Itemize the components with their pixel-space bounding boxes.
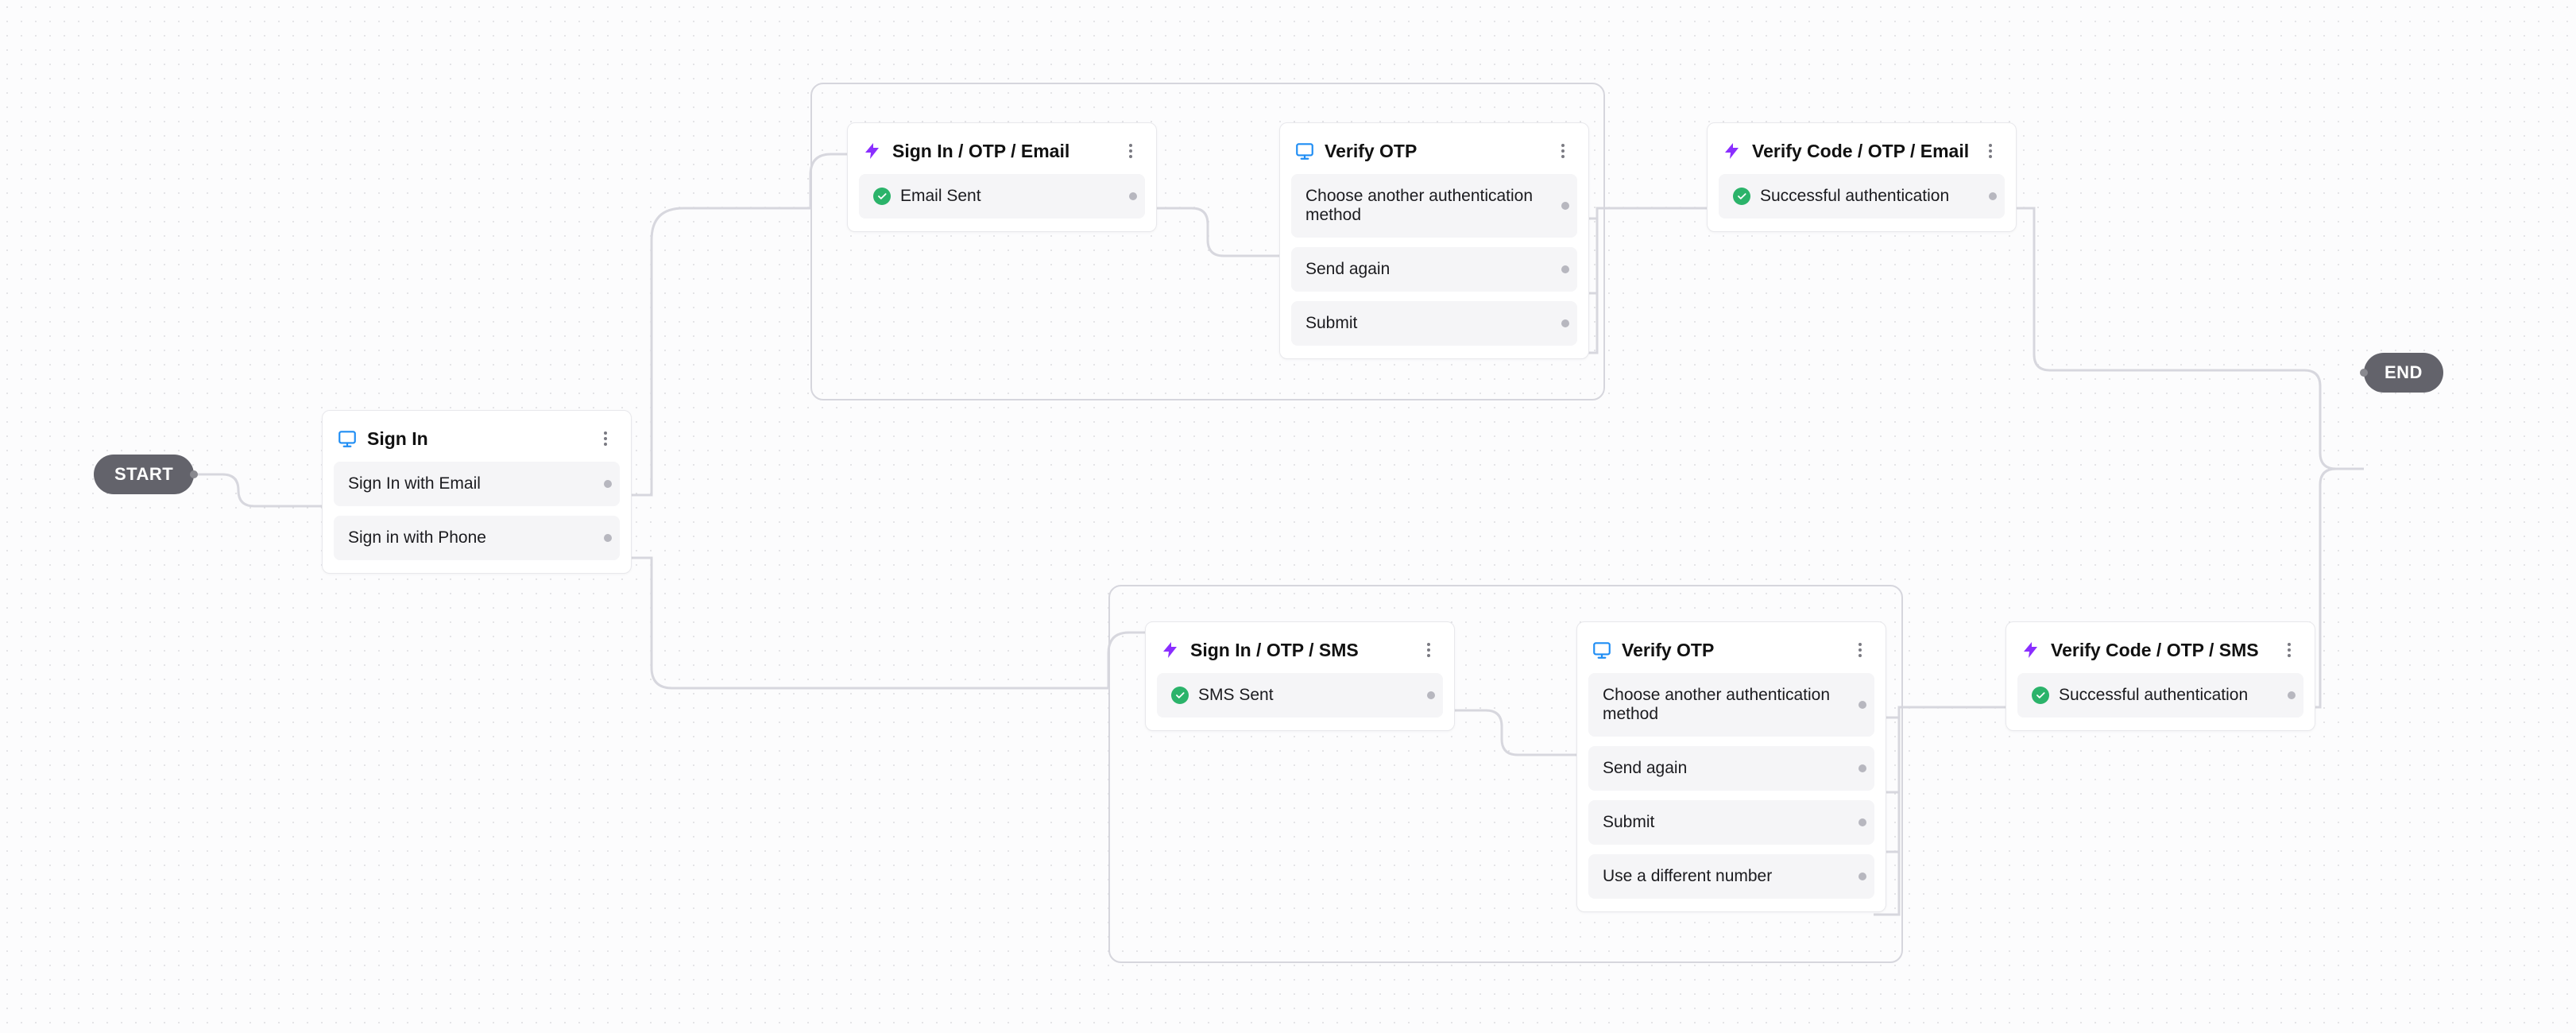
option-send-again[interactable]: Send again — [1588, 746, 1874, 791]
kebab-icon[interactable] — [1419, 640, 1438, 660]
node-title: Verify OTP — [1622, 640, 1851, 661]
option-label: Choose another authentication method — [1305, 187, 1563, 225]
option-signin-email[interactable]: Sign In with Email — [334, 462, 620, 506]
kebab-icon[interactable] — [596, 429, 615, 448]
bolt-icon — [2019, 638, 2043, 662]
start-pill: START — [94, 455, 194, 494]
port-icon — [1561, 319, 1569, 327]
option-label: Successful authentication — [1760, 187, 1949, 206]
bolt-icon — [1720, 139, 1744, 163]
port-icon — [1129, 192, 1137, 200]
kebab-icon[interactable] — [1981, 141, 2000, 161]
node-signin-otp-sms[interactable]: Sign In / OTP / SMS SMS Sent — [1145, 621, 1455, 731]
option-label: Use a different number — [1603, 867, 1772, 886]
kebab-icon[interactable] — [2280, 640, 2299, 660]
kebab-icon[interactable] — [1121, 141, 1140, 161]
screen-icon — [335, 427, 359, 451]
port-icon — [1859, 764, 1866, 772]
screen-icon — [1293, 139, 1317, 163]
option-submit[interactable]: Submit — [1588, 800, 1874, 845]
port-icon — [1427, 691, 1435, 699]
option-label: SMS Sent — [1198, 686, 1274, 705]
port-icon — [1859, 872, 1866, 880]
node-verify-otp-sms[interactable]: Verify OTP Choose another authentication… — [1576, 621, 1886, 912]
option-label: Submit — [1305, 314, 1357, 333]
node-title: Verify OTP — [1325, 141, 1553, 162]
node-signin-otp-email[interactable]: Sign In / OTP / Email Email Sent — [847, 122, 1157, 232]
flow-canvas[interactable]: START END Sign In Sign In with Email Sig… — [0, 0, 2576, 1033]
end-pill: END — [2364, 353, 2443, 393]
port-icon — [604, 534, 612, 542]
option-email-sent[interactable]: Email Sent — [859, 174, 1145, 219]
option-sms-sent[interactable]: SMS Sent — [1157, 673, 1443, 718]
kebab-icon[interactable] — [1851, 640, 1870, 660]
node-title: Sign In — [367, 428, 596, 450]
option-signin-phone[interactable]: Sign in with Phone — [334, 516, 620, 560]
node-verify-otp-email[interactable]: Verify OTP Choose another authentication… — [1279, 122, 1589, 359]
port-icon — [1989, 192, 1997, 200]
bolt-icon — [1158, 638, 1182, 662]
option-choose-another[interactable]: Choose another authentication method — [1291, 174, 1577, 238]
start-label: START — [114, 464, 173, 485]
option-label: Successful authentication — [2059, 686, 2248, 705]
node-title: Sign In / OTP / Email — [892, 141, 1121, 162]
node-verify-code-email[interactable]: Verify Code / OTP / Email Successful aut… — [1707, 122, 2017, 232]
option-label: Send again — [1603, 759, 1687, 778]
check-icon — [1733, 188, 1750, 205]
option-label: Email Sent — [900, 187, 981, 206]
port-icon — [1561, 202, 1569, 210]
check-icon — [2032, 687, 2049, 704]
option-different-number[interactable]: Use a different number — [1588, 854, 1874, 899]
node-title: Verify Code / OTP / Email — [1752, 141, 1981, 162]
node-title: Verify Code / OTP / SMS — [2051, 640, 2280, 661]
screen-icon — [1590, 638, 1614, 662]
option-success-auth[interactable]: Successful authentication — [1719, 174, 2005, 219]
option-label: Choose another authentication method — [1603, 686, 1860, 724]
kebab-icon[interactable] — [1553, 141, 1572, 161]
port-icon — [604, 480, 612, 488]
end-label: END — [2385, 362, 2423, 383]
node-verify-code-sms[interactable]: Verify Code / OTP / SMS Successful authe… — [2005, 621, 2315, 731]
check-icon — [873, 188, 891, 205]
option-choose-another[interactable]: Choose another authentication method — [1588, 673, 1874, 737]
bolt-icon — [861, 139, 884, 163]
node-signin[interactable]: Sign In Sign In with Email Sign in with … — [322, 410, 632, 574]
check-icon — [1171, 687, 1189, 704]
port-icon — [2288, 691, 2296, 699]
port-icon — [1561, 265, 1569, 273]
port-icon — [1859, 818, 1866, 826]
option-submit[interactable]: Submit — [1291, 301, 1577, 346]
option-label: Send again — [1305, 260, 1390, 279]
option-send-again[interactable]: Send again — [1291, 247, 1577, 292]
option-label: Sign in with Phone — [348, 528, 486, 547]
option-success-auth[interactable]: Successful authentication — [2017, 673, 2303, 718]
port-icon — [1859, 701, 1866, 709]
option-label: Submit — [1603, 813, 1654, 832]
option-label: Sign In with Email — [348, 474, 481, 493]
node-title: Sign In / OTP / SMS — [1190, 640, 1419, 661]
